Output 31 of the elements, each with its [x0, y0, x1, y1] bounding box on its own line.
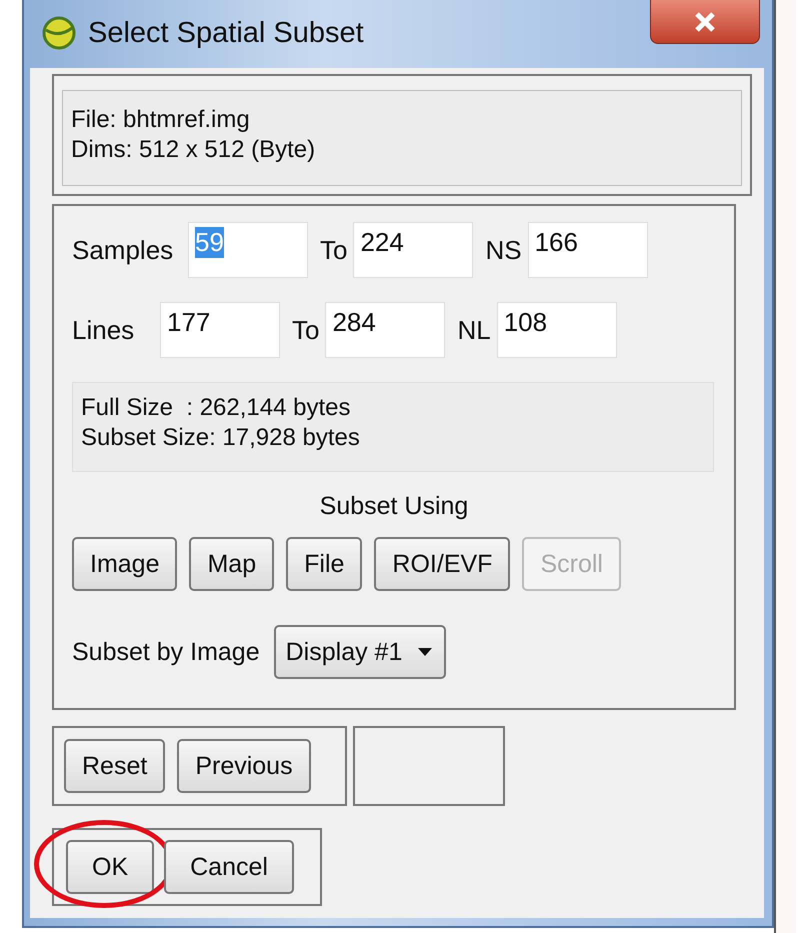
field-label: NS — [485, 234, 522, 266]
file-info-text: File: bhtmref.img — [71, 105, 251, 135]
size-info-text: Subset Size: 17,928 bytes — [81, 423, 361, 453]
close-button[interactable] — [650, 0, 760, 44]
reset-button[interactable]: Reset — [64, 739, 166, 793]
display-dropdown[interactable]: Display #1 — [274, 625, 446, 679]
size-info-text: Full Size : 262,144 bytes — [81, 393, 352, 423]
number-field[interactable]: 108 — [496, 302, 617, 358]
number-field[interactable]: 177 — [160, 302, 280, 358]
file-info-text: Dims: 512 x 512 (Byte) — [71, 135, 316, 165]
subset-button[interactable]: File — [286, 537, 362, 591]
number-field[interactable]: 224 — [353, 222, 474, 278]
number-field[interactable]: 166 — [528, 222, 648, 278]
caret-icon — [416, 647, 434, 657]
reset-button[interactable]: Previous — [177, 739, 311, 793]
field-label: Samples — [72, 234, 174, 266]
field-label: To — [292, 314, 320, 346]
field-label: NL — [457, 314, 491, 346]
subset-button[interactable]: ROI/EVF — [374, 537, 510, 591]
field-label: Lines — [72, 314, 136, 346]
dialog-button[interactable]: Cancel — [164, 840, 294, 894]
dropdown-label: Subset by Image — [72, 638, 260, 666]
field-label: To — [320, 234, 348, 266]
window-title: Select Spatial Subset — [88, 16, 364, 50]
number-field[interactable]: 284 — [325, 302, 446, 358]
subset-button[interactable]: Image — [72, 537, 178, 591]
dialog-button[interactable]: OK — [66, 840, 154, 894]
subset-button[interactable]: Map — [189, 537, 274, 591]
globe-icon — [42, 16, 76, 50]
section-label: Subset Using — [320, 492, 468, 521]
close-icon — [692, 10, 718, 32]
